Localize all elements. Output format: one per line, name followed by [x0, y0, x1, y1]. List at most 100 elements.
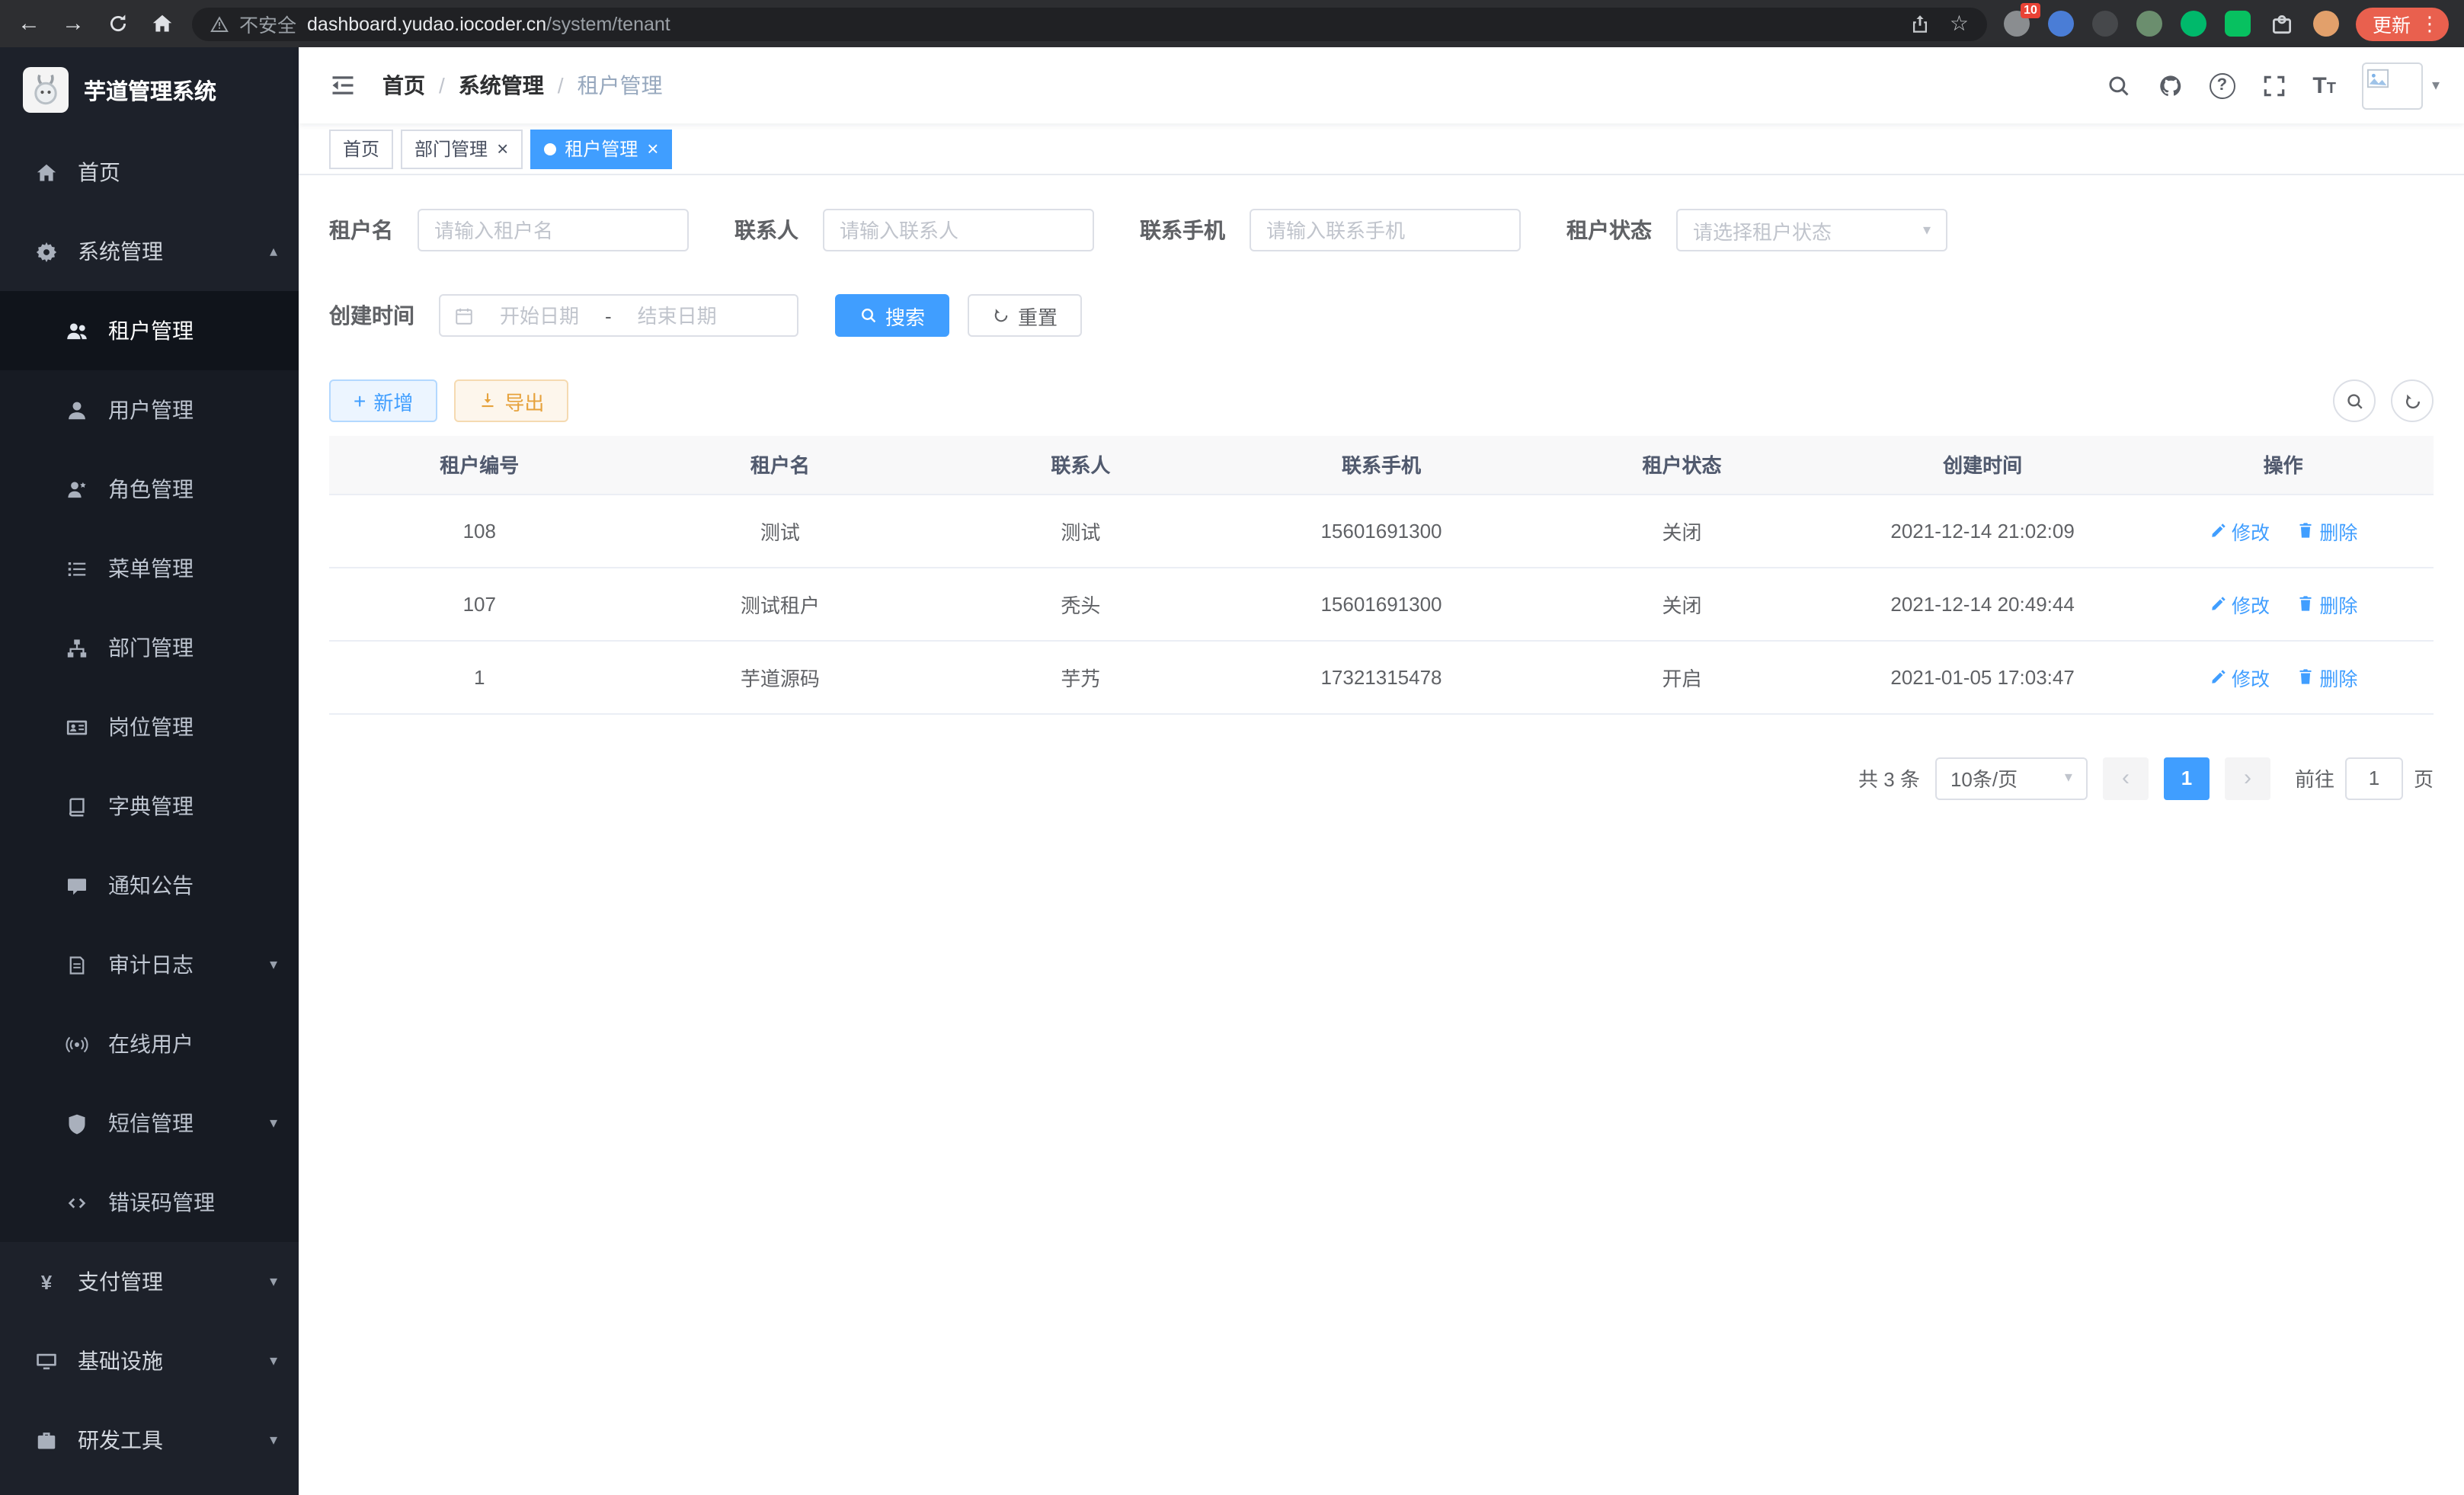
- date-end-input[interactable]: [619, 304, 735, 327]
- browser-forward-button[interactable]: →: [59, 12, 87, 35]
- date-range-picker[interactable]: -: [439, 294, 798, 337]
- tab-tenant[interactable]: 租户管理 ×: [530, 129, 672, 168]
- tags-view: 首页 部门管理 × 租户管理 ×: [299, 123, 2464, 175]
- date-start-input[interactable]: [482, 304, 597, 327]
- sidebar-item-label: 基础设施: [78, 1346, 163, 1376]
- extension-icon[interactable]: [2225, 11, 2251, 37]
- edit-link[interactable]: 修改: [2209, 662, 2270, 691]
- breadcrumb-home[interactable]: 首页: [382, 70, 425, 101]
- extension-icon[interactable]: [2048, 11, 2074, 37]
- role-icon: [64, 476, 90, 502]
- search-button[interactable]: 搜索: [835, 294, 949, 337]
- sidebar-item-infra[interactable]: 基础设施 ▾: [0, 1321, 299, 1401]
- extensions-area: 10: [2004, 11, 2339, 37]
- chevron-down-icon: ▾: [270, 1353, 277, 1369]
- share-icon[interactable]: [1910, 13, 1931, 34]
- tenant-name-label: 租户名: [329, 215, 393, 245]
- sidebar-item-tenant[interactable]: 租户管理: [0, 291, 299, 370]
- col-actions: 操作: [2133, 436, 2434, 494]
- github-icon[interactable]: [2157, 72, 2183, 98]
- sidebar-fold-button[interactable]: [329, 72, 357, 99]
- download-icon: [478, 392, 497, 410]
- prev-page-button[interactable]: ‹: [2103, 757, 2149, 799]
- toolbar-right: [2333, 379, 2434, 422]
- edit-link[interactable]: 修改: [2209, 589, 2270, 618]
- sidebar-item-notice[interactable]: 通知公告: [0, 846, 299, 925]
- sidebar-item-dict[interactable]: 字典管理: [0, 767, 299, 846]
- kebab-menu-icon[interactable]: ⋮: [2420, 11, 2440, 36]
- browser-reload-button[interactable]: [104, 12, 131, 35]
- extensions-puzzle-icon[interactable]: [2269, 11, 2295, 37]
- sidebar-logo[interactable]: 芋道管理系统: [0, 47, 299, 133]
- breadcrumb-system[interactable]: 系统管理: [459, 70, 544, 101]
- chevron-down-icon: ▾: [1923, 222, 1931, 238]
- breadcrumb-separator: /: [439, 73, 445, 98]
- browser-back-button[interactable]: ←: [15, 12, 43, 35]
- user-menu[interactable]: ▾: [2362, 62, 2440, 109]
- page-number-button[interactable]: 1: [2164, 757, 2210, 799]
- sidebar-item-post[interactable]: 岗位管理: [0, 687, 299, 767]
- chrome-update-button[interactable]: 更新 ⋮: [2356, 7, 2449, 40]
- extension-icon[interactable]: [2092, 11, 2118, 37]
- browser-home-button[interactable]: [148, 12, 175, 35]
- delete-link[interactable]: 删除: [2296, 662, 2357, 691]
- refresh-table-button[interactable]: [2391, 379, 2434, 422]
- filter-status: 租户状态 请选择租户状态 ▾: [1566, 209, 1947, 251]
- date-separator: -: [605, 304, 612, 327]
- sidebar-item-menu[interactable]: 菜单管理: [0, 529, 299, 608]
- contact-label: 联系人: [734, 215, 798, 245]
- sidebar-item-system[interactable]: 系统管理 ▴: [0, 212, 299, 291]
- delete-link[interactable]: 删除: [2296, 516, 2357, 545]
- bookmark-star-icon[interactable]: ☆: [1950, 11, 1969, 37]
- extension-icon[interactable]: 10: [2004, 11, 2030, 37]
- next-page-button[interactable]: ›: [2225, 757, 2270, 799]
- code-icon: [64, 1189, 90, 1215]
- sidebar-item-label: 支付管理: [78, 1266, 163, 1297]
- font-size-icon[interactable]: TT: [2312, 72, 2336, 98]
- briefcase-icon: [34, 1427, 59, 1453]
- edit-link[interactable]: 修改: [2209, 516, 2270, 545]
- extension-icon[interactable]: [2136, 11, 2162, 37]
- delete-link[interactable]: 删除: [2296, 589, 2357, 618]
- page-size-select[interactable]: 10条/页 ▾: [1935, 757, 2088, 799]
- sidebar-item-dept[interactable]: 部门管理: [0, 608, 299, 687]
- breadcrumb-current: 租户管理: [578, 70, 663, 101]
- reset-button[interactable]: 重置: [968, 294, 1082, 337]
- contact-input[interactable]: [823, 209, 1094, 251]
- sidebar-item-audit-log[interactable]: 审计日志 ▾: [0, 925, 299, 1004]
- close-icon[interactable]: ×: [497, 139, 508, 158]
- tab-dept[interactable]: 部门管理 ×: [401, 129, 522, 168]
- sidebar-item-label: 角色管理: [108, 474, 194, 504]
- tenant-name-cell: 芋道源码: [630, 640, 931, 713]
- header-search-icon[interactable]: [2105, 72, 2131, 98]
- sidebar-item-user[interactable]: 用户管理: [0, 370, 299, 450]
- tab-home[interactable]: 首页: [329, 129, 393, 168]
- sidebar-item-role[interactable]: 角色管理: [0, 450, 299, 529]
- sidebar-item-payment[interactable]: ¥ 支付管理 ▾: [0, 1242, 299, 1321]
- mobile-input[interactable]: [1250, 209, 1521, 251]
- address-bar[interactable]: 不安全 dashboard.yudao.iocoder.cn/system/te…: [192, 7, 1987, 40]
- goto-page-input[interactable]: [2345, 757, 2403, 799]
- org-tree-icon: [64, 635, 90, 661]
- sidebar-item-sms[interactable]: 短信管理 ▾: [0, 1084, 299, 1163]
- close-icon[interactable]: ×: [647, 139, 658, 158]
- tab-label: 首页: [343, 136, 379, 162]
- pagination: 共 3 条 10条/页 ▾ ‹ 1 › 前往 页: [329, 757, 2434, 799]
- sidebar-item-error-code[interactable]: 错误码管理: [0, 1163, 299, 1242]
- fullscreen-icon[interactable]: [2261, 72, 2286, 98]
- sidebar-item-online-users[interactable]: 在线用户: [0, 1004, 299, 1084]
- sidebar-item-home[interactable]: 首页: [0, 133, 299, 212]
- help-icon[interactable]: ?: [2209, 72, 2235, 98]
- add-button[interactable]: + 新增: [329, 379, 437, 422]
- status-select[interactable]: 请选择租户状态 ▾: [1676, 209, 1947, 251]
- sidebar-item-dev-tools[interactable]: 研发工具 ▾: [0, 1401, 299, 1480]
- tenant-name-input[interactable]: [418, 209, 689, 251]
- export-button[interactable]: 导出: [454, 379, 568, 422]
- extension-icon[interactable]: [2181, 11, 2206, 37]
- col-created: 创建时间: [1832, 436, 2133, 494]
- profile-avatar[interactable]: [2313, 11, 2339, 37]
- col-contact: 联系人: [930, 436, 1231, 494]
- security-label: 不安全: [239, 9, 296, 38]
- toggle-search-button[interactable]: [2333, 379, 2376, 422]
- book-icon: [64, 793, 90, 819]
